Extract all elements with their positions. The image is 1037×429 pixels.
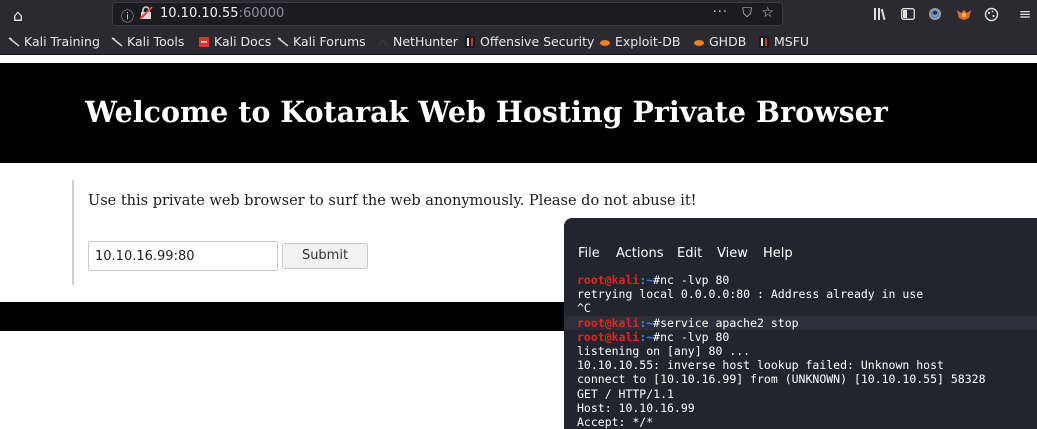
terminal-output-line: ^C bbox=[577, 301, 591, 316]
url-input[interactable] bbox=[88, 241, 278, 271]
bookmark-star-icon[interactable]: ☆ bbox=[761, 5, 774, 21]
bookmark-label: Offensive Security bbox=[480, 34, 595, 49]
offsec-icon bbox=[465, 35, 475, 48]
terminal-output-line: Accept: */* bbox=[577, 414, 654, 429]
hero-banner: Welcome to Kotarak Web Hosting Private B… bbox=[0, 63, 1037, 163]
account-icon[interactable] bbox=[926, 5, 944, 23]
menu-actions[interactable]: Actions bbox=[616, 246, 664, 261]
url-port: :60000 bbox=[238, 6, 285, 21]
bookmark-label: GHDB bbox=[709, 34, 747, 49]
bookmark-kali-tools[interactable]: Kali Tools bbox=[111, 34, 184, 49]
insecure-lock-icon[interactable] bbox=[139, 6, 153, 20]
prompt-user: root@kali bbox=[577, 329, 640, 344]
kali-docs-icon bbox=[199, 36, 209, 47]
bookmark-ghdb[interactable]: GHDB bbox=[693, 34, 746, 49]
info-icon[interactable]: ⓘ bbox=[121, 6, 134, 25]
prompt-path: :~ bbox=[639, 315, 654, 330]
menu-help[interactable]: Help bbox=[763, 246, 793, 261]
menu-view[interactable]: View bbox=[717, 246, 748, 261]
extension-fox-icon[interactable] bbox=[955, 5, 973, 23]
home-icon[interactable]: ⌂ bbox=[7, 4, 29, 26]
content-border bbox=[72, 180, 74, 285]
bookmark-msfu[interactable]: MSFU bbox=[758, 34, 809, 49]
library-icon[interactable] bbox=[871, 5, 889, 23]
kali-dragon-icon bbox=[8, 36, 20, 47]
kali-dragon-icon bbox=[111, 36, 123, 47]
bookmark-exploit-db[interactable]: Exploit-DB bbox=[599, 34, 680, 49]
bookmark-offensive-security[interactable]: Offensive Security bbox=[464, 34, 594, 49]
terminal-output-line: Host: 10.10.16.99 bbox=[577, 400, 695, 415]
page-actions-icon[interactable]: ··· bbox=[713, 5, 728, 20]
terminal-menubar: File Actions Edit View Help bbox=[564, 244, 1037, 266]
prompt-user: root@kali bbox=[577, 273, 640, 287]
terminal-output-line: connect to [10.10.16.99] from (UNKNOWN) … bbox=[577, 372, 986, 387]
prompt-path: :~ bbox=[639, 273, 654, 287]
prompt-path: :~ bbox=[639, 329, 654, 344]
terminal-output-line: listening on [any] 80 ... bbox=[577, 343, 751, 358]
terminal-output-line: GET / HTTP/1.1 bbox=[577, 386, 674, 401]
browser-toolbar: ⌂ ⓘ 10.10.10.55:60000 ··· ⛉ ☆ ≡ bbox=[0, 0, 1037, 30]
bookmark-label: Kali Docs bbox=[214, 34, 272, 49]
exploitdb-icon bbox=[600, 39, 610, 46]
bookmark-label: Exploit-DB bbox=[615, 34, 681, 49]
page-top-gap bbox=[0, 55, 1037, 63]
url-host: 10.10.10.55 bbox=[160, 6, 239, 21]
menu-file[interactable]: File bbox=[578, 246, 600, 261]
submit-button[interactable]: Submit bbox=[282, 243, 368, 269]
prompt-command: #nc -lvp 80 bbox=[653, 329, 730, 344]
terminal-output[interactable]: root@kali:~#nc -lvp 80 retrying local 0.0… bbox=[564, 273, 1037, 429]
terminal-window[interactable]: File Actions Edit View Help root@kali:~#… bbox=[564, 218, 1037, 429]
bookmark-label: MSFU bbox=[774, 34, 810, 49]
url-text[interactable]: 10.10.10.55:60000 bbox=[160, 6, 284, 21]
terminal-prompt-line: root@kali:~#service apache2 stop bbox=[564, 315, 1037, 330]
bookmark-kali-forums[interactable]: Kali Forums bbox=[277, 34, 366, 49]
sidebar-icon[interactable] bbox=[899, 5, 917, 23]
bookmark-label: Kali Training bbox=[24, 34, 100, 49]
bookmark-kali-training[interactable]: Kali Training bbox=[8, 34, 100, 49]
bookmarks-bar: Kali Training Kali Tools Kali Docs Kali … bbox=[0, 30, 1037, 55]
terminal-output-line: retrying local 0.0.0.0:80 : Address alre… bbox=[577, 287, 924, 302]
prompt-user: root@kali bbox=[577, 315, 640, 330]
terminal-prompt-line: root@kali:~#nc -lvp 80 bbox=[577, 330, 1037, 344]
cookie-extension-icon[interactable] bbox=[982, 5, 1000, 23]
pocket-icon[interactable]: ⛉ bbox=[742, 6, 752, 21]
prompt-command: #service apache2 stop bbox=[653, 315, 799, 330]
menu-hamburger-icon[interactable]: ≡ bbox=[1016, 5, 1034, 23]
bookmark-label: Kali Forums bbox=[293, 34, 366, 49]
terminal-output-line: 10.10.10.55: inverse host lookup failed:… bbox=[577, 358, 944, 373]
nethunter-icon bbox=[378, 39, 388, 46]
bookmark-kali-docs[interactable]: Kali Docs bbox=[198, 34, 271, 49]
url-bar[interactable]: ⓘ 10.10.10.55:60000 ··· ⛉ ☆ bbox=[112, 2, 783, 26]
bookmark-label: NetHunter bbox=[393, 34, 458, 49]
offsec-icon bbox=[759, 35, 769, 48]
menu-edit[interactable]: Edit bbox=[677, 246, 702, 261]
intro-text: Use this private web browser to surf the… bbox=[88, 193, 697, 209]
prompt-command: #nc -lvp 80 bbox=[653, 273, 730, 287]
kali-dragon-icon bbox=[277, 36, 289, 47]
terminal-prompt-line: root@kali:~#nc -lvp 80 bbox=[577, 273, 1037, 287]
bookmark-nethunter[interactable]: NetHunter bbox=[377, 34, 458, 49]
bookmark-label: Kali Tools bbox=[127, 34, 185, 49]
page-title: Welcome to Kotarak Web Hosting Private B… bbox=[85, 95, 888, 129]
exploitdb-icon bbox=[694, 39, 704, 46]
